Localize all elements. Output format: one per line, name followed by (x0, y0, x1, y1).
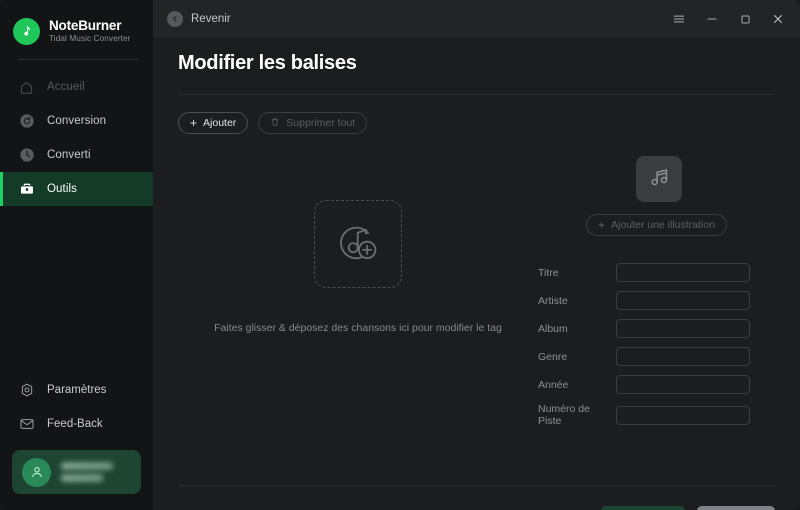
main-area: Revenir Modifier les balises + Ajouter S… (153, 0, 800, 510)
add-artwork-button[interactable]: + Ajouter une illustration (586, 214, 727, 236)
brand-name: NoteBurner (49, 17, 122, 33)
envelope-icon (18, 416, 35, 433)
dropzone-hint: Faites glisser & déposez des chansons ic… (214, 322, 502, 334)
field-label: Titre (538, 266, 559, 279)
sidebar-item-label: Outils (47, 183, 77, 195)
toolbox-icon (18, 181, 35, 198)
trash-icon (270, 117, 280, 130)
double-music-note-icon (646, 164, 672, 195)
plus-icon: + (190, 116, 198, 130)
music-note-icon (13, 17, 40, 45)
delete-all-button[interactable]: Supprimer tout (258, 112, 368, 134)
tag-toolbar: + Ajouter Supprimer tout (178, 112, 775, 134)
clock-history-icon (18, 147, 35, 164)
sidebar-nav: Accueil Conversion Converti Outils (0, 70, 153, 206)
title-divider (178, 94, 775, 95)
tag-fields: Titre Artiste Album Genre Année Numéro d… (538, 263, 775, 436)
field-genre: Genre (538, 347, 775, 366)
back-button[interactable]: Revenir (167, 11, 231, 27)
artiste-input[interactable] (616, 291, 750, 310)
brand-header: NoteBurner Tidal Music Converter (0, 0, 153, 48)
artwork-placeholder[interactable] (635, 156, 682, 202)
account-card[interactable] (12, 450, 141, 494)
convert-refresh-icon (18, 113, 35, 130)
field-label: Année (538, 378, 569, 391)
titre-input[interactable] (616, 263, 750, 282)
brand-subtitle: Tidal Music Converter (49, 33, 131, 43)
user-avatar-icon (22, 457, 51, 487)
sidebar: NoteBurner Tidal Music Converter Accueil (0, 0, 153, 510)
sidebar-item-label: Converti (47, 149, 91, 161)
tag-form-column: + Ajouter une illustration Titre Artiste (538, 156, 775, 436)
album-input[interactable] (616, 319, 750, 338)
dropzone-column: Faites glisser & déposez des chansons ic… (178, 156, 538, 436)
sidebar-item-label: Conversion (47, 115, 107, 127)
window-controls (671, 11, 786, 27)
account-email-blurred (61, 474, 103, 482)
field-label: Numéro de Piste (538, 403, 590, 427)
genre-input[interactable] (616, 347, 750, 366)
field-label: Genre (538, 350, 568, 363)
sidebar-item-converti[interactable]: Converti (0, 138, 153, 172)
sidebar-divider (18, 59, 139, 60)
maximize-icon[interactable] (737, 11, 753, 27)
dropzone[interactable] (314, 200, 402, 288)
footer-actions: Enregistrer Annuler (600, 506, 775, 510)
back-label: Revenir (191, 13, 231, 25)
account-info-redacted (61, 462, 131, 482)
plus-icon: + (598, 218, 606, 232)
minimize-icon[interactable] (704, 11, 720, 27)
save-button[interactable]: Enregistrer (600, 506, 685, 510)
sidebar-item-conversion[interactable]: Conversion (0, 104, 153, 138)
field-annee: Année (538, 375, 775, 394)
sidebar-item-label: Feed-Back (47, 418, 103, 430)
account-name-blurred (61, 462, 113, 470)
field-label: Album (538, 322, 568, 335)
sidebar-item-outils[interactable]: Outils (0, 172, 153, 206)
editor-body: Faites glisser & déposez des chansons ic… (178, 156, 775, 436)
footer-divider (178, 485, 775, 486)
sidebar-item-label: Paramètres (47, 384, 107, 396)
field-artiste: Artiste (538, 291, 775, 310)
sidebar-item-accueil[interactable]: Accueil (0, 70, 153, 104)
page-title: Modifier les balises (178, 52, 357, 74)
field-label: Artiste (538, 294, 568, 307)
gear-outline-icon (18, 382, 35, 399)
close-icon[interactable] (770, 11, 786, 27)
sidebar-item-feedback[interactable]: Feed-Back (0, 407, 153, 441)
add-artwork-label: Ajouter une illustration (611, 219, 715, 231)
arrow-left-circle-icon (167, 11, 183, 27)
add-button[interactable]: + Ajouter (178, 112, 249, 134)
field-album: Album (538, 319, 775, 338)
numero-de-piste-input[interactable] (616, 405, 750, 425)
sidebar-item-label: Accueil (47, 81, 85, 93)
field-titre: Titre (538, 263, 775, 282)
delete-all-button-label: Supprimer tout (286, 117, 356, 129)
field-numero-de-piste: Numéro de Piste (538, 403, 775, 427)
home-icon (18, 79, 35, 96)
artwork-actions: + Ajouter une illustration (586, 214, 727, 236)
cancel-button[interactable]: Annuler (697, 506, 775, 510)
page-content: Modifier les balises + Ajouter Supprimer… (153, 38, 800, 510)
title-bar: Revenir (153, 0, 800, 38)
annee-input[interactable] (616, 375, 750, 394)
add-button-label: Ajouter (203, 117, 237, 129)
sidebar-item-parametres[interactable]: Paramètres (0, 373, 153, 407)
app-window: NoteBurner Tidal Music Converter Accueil (0, 0, 800, 510)
add-music-disc-icon (330, 214, 386, 275)
menu-icon[interactable] (671, 11, 687, 27)
